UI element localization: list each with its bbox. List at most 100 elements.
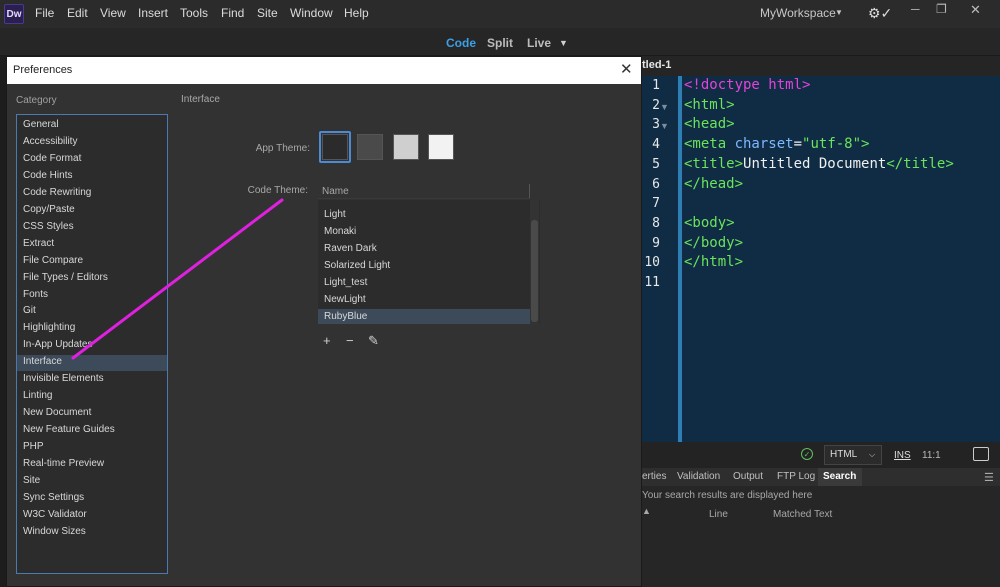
checkmark-icon[interactable]: ✓: [801, 448, 813, 460]
cursor-position: 11:1: [922, 450, 941, 461]
column-matched-text[interactable]: Matched Text: [773, 509, 832, 520]
app-theme-dark-swatch[interactable]: [322, 134, 348, 160]
menu-help[interactable]: Help: [344, 6, 369, 20]
code-line[interactable]: </html>: [684, 254, 743, 270]
category-item-window-sizes[interactable]: Window Sizes: [17, 525, 167, 541]
minimize-icon[interactable]: ─: [911, 2, 920, 16]
menu-site[interactable]: Site: [257, 6, 278, 20]
menu-find[interactable]: Find: [221, 6, 244, 20]
category-item-copy-paste[interactable]: Copy/Paste: [17, 203, 167, 219]
category-item-php[interactable]: PHP: [17, 440, 167, 456]
close-icon[interactable]: ✕: [620, 60, 633, 78]
category-item-git[interactable]: Git: [17, 304, 167, 320]
code-theme-item[interactable]: Solarized Light: [318, 258, 530, 274]
code-theme-item[interactable]: Monaki: [318, 224, 530, 240]
code-line[interactable]: <title>Untitled Document</title>: [684, 156, 954, 172]
code-line[interactable]: <head>: [684, 116, 735, 132]
app-theme-medium-swatch[interactable]: [357, 134, 383, 160]
remove-theme-button[interactable]: −: [346, 333, 354, 348]
column-separator: [529, 184, 530, 198]
category-item-new-document[interactable]: New Document: [17, 406, 167, 422]
category-item-in-app-updates[interactable]: In-App Updates: [17, 338, 167, 354]
category-item-code-hints[interactable]: Code Hints: [17, 169, 167, 185]
chevron-down-icon[interactable]: ▼: [559, 38, 568, 48]
close-icon[interactable]: ✕: [970, 2, 981, 18]
tab-search[interactable]: Search: [823, 471, 856, 482]
category-item-site[interactable]: Site: [17, 474, 167, 490]
fold-arrow-icon[interactable]: ▼: [660, 121, 669, 131]
document-tab[interactable]: tled-1: [642, 56, 1000, 76]
code-theme-column-name[interactable]: Name: [322, 186, 349, 197]
code-theme-list[interactable]: RubyBlue NewLight Light_test Solarized Ligh…: [318, 200, 540, 324]
category-item-general[interactable]: General: [17, 118, 167, 134]
tab-properties[interactable]: erties: [642, 471, 666, 482]
code-view-button[interactable]: Code: [446, 36, 476, 50]
menu-file[interactable]: File: [35, 6, 54, 20]
code-line[interactable]: <!doctype html>: [684, 77, 810, 93]
code-line[interactable]: <meta charset="utf-8">: [684, 136, 869, 152]
scrollbar-thumb[interactable]: [531, 220, 538, 322]
menu-edit[interactable]: Edit: [67, 6, 88, 20]
gear-icon[interactable]: ⚙✓: [868, 5, 892, 22]
category-item-highlighting[interactable]: Highlighting: [17, 321, 167, 337]
category-item-linting[interactable]: Linting: [17, 389, 167, 405]
category-item-extract[interactable]: Extract: [17, 237, 167, 253]
line-number: 8: [652, 215, 660, 231]
gutter-divider: [678, 76, 682, 442]
tab-validation[interactable]: Validation: [677, 471, 720, 482]
category-item-css-styles[interactable]: CSS Styles: [17, 220, 167, 236]
code-theme-item[interactable]: Light_test: [318, 275, 530, 291]
category-item-code-rewriting[interactable]: Code Rewriting: [17, 186, 167, 202]
category-item-w3c-validator[interactable]: W3C Validator: [17, 508, 167, 524]
category-item-new-feature-guides[interactable]: New Feature Guides: [17, 423, 167, 439]
menu-view[interactable]: View: [100, 6, 126, 20]
category-item-real-time-preview[interactable]: Real-time Preview: [17, 457, 167, 473]
line-number: 9: [652, 235, 660, 251]
category-item-fonts[interactable]: Fonts: [17, 288, 167, 304]
tab-output[interactable]: Output: [733, 471, 763, 482]
insert-mode-toggle[interactable]: INS: [894, 450, 911, 461]
workspace-switcher[interactable]: MyWorkspace: [760, 6, 836, 20]
maximize-icon[interactable]: ❐: [936, 2, 947, 16]
code-theme-item[interactable]: Raven Dark: [318, 241, 530, 257]
category-item-file-compare[interactable]: File Compare: [17, 254, 167, 270]
code-line[interactable]: <body>: [684, 215, 735, 231]
code-line[interactable]: <html>: [684, 97, 735, 113]
preferences-dialog: Preferences ✕ Category General Accessibil…: [6, 56, 642, 587]
app-theme-white-swatch[interactable]: [428, 134, 454, 160]
code-theme-item[interactable]: RubyBlue: [318, 308, 530, 324]
fold-arrow-icon[interactable]: ▼: [660, 102, 669, 112]
panel-menu-icon[interactable]: ☰: [984, 471, 994, 484]
tab-ftp-log[interactable]: FTP Log: [777, 471, 815, 482]
line-number: 7: [652, 196, 660, 212]
code-theme-item[interactable]: Dark: [318, 200, 530, 206]
dialog-titlebar: Preferences ✕: [7, 57, 641, 84]
code-token: </body>: [684, 234, 744, 251]
dialog-title: Preferences: [13, 64, 73, 76]
chevron-down-icon[interactable]: ▼: [835, 8, 843, 17]
code-line[interactable]: </body>: [684, 235, 743, 251]
split-view-button[interactable]: Split: [487, 36, 513, 50]
live-view-button[interactable]: Live: [527, 36, 551, 50]
category-item-sync-settings[interactable]: Sync Settings: [17, 491, 167, 507]
category-item-invisible-elements[interactable]: Invisible Elements: [17, 372, 167, 388]
code-theme-item[interactable]: NewLight: [318, 292, 530, 308]
preview-icon[interactable]: [973, 447, 989, 461]
code-theme-item[interactable]: Light: [318, 207, 530, 223]
menu-insert[interactable]: Insert: [138, 6, 168, 20]
code-editor[interactable]: 1 2 3 4 5 6 7 8 9 10 11 ▼ ▼ <!doctype html> <html> <he…: [642, 76, 1000, 442]
code-line[interactable]: </head>: [684, 176, 743, 192]
app-theme-light-swatch[interactable]: [393, 134, 419, 160]
category-item-accessibility[interactable]: Accessibility: [17, 135, 167, 151]
column-line[interactable]: Line: [709, 509, 728, 520]
category-item-file-types-editors[interactable]: File Types / Editors: [17, 271, 167, 287]
menu-tools[interactable]: Tools: [180, 6, 208, 20]
category-list[interactable]: General Accessibility Code Format Code Hint…: [16, 114, 168, 574]
category-item-code-format[interactable]: Code Format: [17, 152, 167, 168]
sort-arrow-icon[interactable]: ▲: [642, 506, 651, 516]
edit-theme-button[interactable]: ✎: [368, 333, 379, 349]
add-theme-button[interactable]: +: [323, 333, 331, 348]
menu-window[interactable]: Window: [290, 6, 333, 20]
category-item-interface[interactable]: Interface: [17, 355, 167, 372]
language-select[interactable]: HTML ⌵: [824, 445, 882, 465]
